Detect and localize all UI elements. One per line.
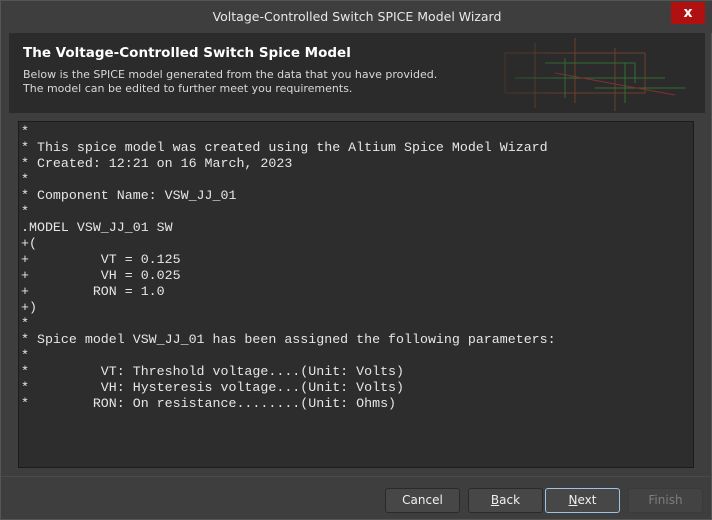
schematic-banner-image xyxy=(445,33,705,113)
close-button[interactable]: x xyxy=(671,2,705,24)
page-description: Below is the SPICE model generated from … xyxy=(23,68,438,95)
back-button[interactable]: Back xyxy=(468,488,543,513)
wizard-header: The Voltage-Controlled Switch Spice Mode… xyxy=(9,33,705,113)
spice-model-text[interactable]: * * This spice model was created using t… xyxy=(19,122,693,412)
cancel-button[interactable]: Cancel xyxy=(385,488,460,513)
back-mnemonic: B xyxy=(490,493,500,507)
window-title: Voltage-Controlled Switch SPICE Model Wi… xyxy=(212,9,502,24)
close-icon: x xyxy=(683,5,693,21)
back-label: ack xyxy=(499,493,521,507)
next-mnemonic: N xyxy=(568,493,578,507)
next-label: ext xyxy=(577,493,597,507)
next-button[interactable]: Next xyxy=(545,488,620,513)
finish-button[interactable]: Finish xyxy=(628,488,703,513)
page-title: The Voltage-Controlled Switch Spice Mode… xyxy=(23,45,351,61)
spice-model-editor[interactable]: * * This spice model was created using t… xyxy=(18,121,694,468)
title-bar: Voltage-Controlled Switch SPICE Model Wi… xyxy=(1,1,712,33)
divider xyxy=(1,476,712,477)
